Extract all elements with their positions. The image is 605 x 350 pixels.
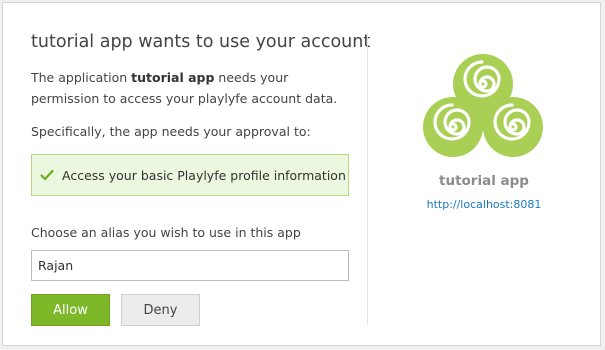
alias-label: Choose an alias you wish to use in this …: [31, 225, 301, 240]
permission-label: Access your basic Playlyfe profile infor…: [62, 167, 346, 183]
app-url-link[interactable]: http://localhost:8081: [368, 198, 600, 211]
description-prefix: The application: [31, 70, 132, 85]
triskelion-spiral-logo-icon: [420, 47, 546, 163]
checkmark-icon: [40, 168, 54, 182]
allow-button[interactable]: Allow: [31, 294, 110, 326]
approval-intro: Specifically, the app needs your approva…: [31, 124, 311, 139]
description-app-name: tutorial app: [131, 70, 215, 85]
dialog-heading: tutorial app wants to use your account: [31, 32, 371, 52]
authorization-dialog: tutorial app wants to use your account T…: [2, 2, 601, 346]
alias-input[interactable]: [31, 250, 349, 281]
app-name: tutorial app: [439, 173, 529, 189]
app-info-panel: tutorial app http://localhost:8081: [368, 3, 600, 347]
permission-description: The application tutorial app needs your …: [31, 67, 351, 109]
permission-item: Access your basic Playlyfe profile infor…: [31, 154, 349, 196]
deny-button[interactable]: Deny: [121, 294, 200, 326]
